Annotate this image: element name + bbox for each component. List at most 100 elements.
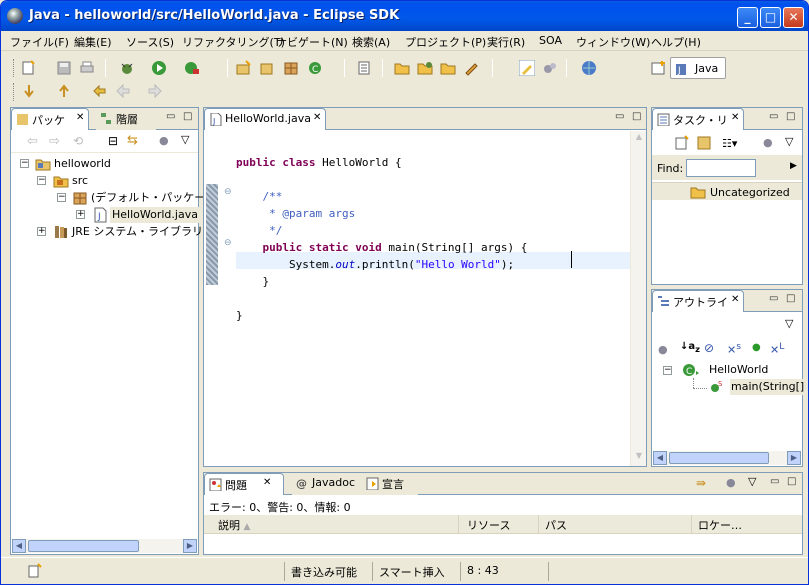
menu-edit[interactable]: 編集(E) xyxy=(74,34,112,50)
next-annotation-icon[interactable] xyxy=(21,83,37,99)
print-icon[interactable] xyxy=(79,60,95,76)
find-input[interactable] xyxy=(686,159,756,177)
link-with-editor-icon[interactable]: ⇆ xyxy=(127,133,138,148)
menu-soa[interactable]: SOA xyxy=(539,34,562,47)
close-tab-icon[interactable]: ✕ xyxy=(731,112,739,123)
maximize-view-icon[interactable]: □ xyxy=(632,111,641,122)
code-area[interactable]: public class HelloWorld { /** * @param a… xyxy=(236,131,631,466)
view-menu-icon[interactable]: ▽ xyxy=(785,135,793,148)
close-tab-icon[interactable]: ✕ xyxy=(313,112,321,123)
back-icon[interactable]: ⇦ xyxy=(27,134,38,149)
tree-expander[interactable]: + xyxy=(76,210,85,219)
debug-icon[interactable] xyxy=(119,60,135,76)
mark-occurrences-icon[interactable] xyxy=(519,60,535,76)
new-task-icon[interactable] xyxy=(674,135,690,151)
scroll-right-button[interactable]: ▶ xyxy=(183,539,197,553)
external-tools-icon[interactable] xyxy=(184,60,200,76)
hide-static-icon[interactable]: ✕s xyxy=(727,341,741,357)
menu-search[interactable]: 検索(A) xyxy=(352,34,390,50)
tree-item-jre-library[interactable]: JRE システム・ライブラリー xyxy=(72,224,214,240)
last-edit-icon[interactable] xyxy=(91,83,107,99)
collaborate-icon[interactable]: ● xyxy=(726,476,736,489)
maximize-view-icon[interactable]: □ xyxy=(183,111,192,122)
code-line[interactable]: public static void main(String[] args) { xyxy=(236,239,527,256)
tree-item-src[interactable]: src xyxy=(72,173,88,189)
previous-annotation-icon[interactable] xyxy=(56,83,72,99)
open-resource-icon[interactable] xyxy=(417,60,433,76)
minimize-button[interactable]: _ xyxy=(737,7,758,28)
menu-source[interactable]: ソース(S) xyxy=(126,34,174,50)
tree-item-default-package[interactable]: (デフォルト・パッケージ) xyxy=(91,190,220,206)
link-icon[interactable]: ⇛ xyxy=(696,476,706,490)
tab-helloworld-java[interactable]: J HelloWorld.java ✕ xyxy=(204,108,326,130)
minimize-view-icon[interactable]: ▭ xyxy=(770,476,779,487)
tree-expander[interactable]: − xyxy=(663,366,672,375)
forward-icon[interactable] xyxy=(147,83,163,99)
new-java-project-icon[interactable] xyxy=(236,60,252,76)
tree-expander[interactable]: − xyxy=(20,159,29,168)
menu-window[interactable]: ウィンドウ(W) xyxy=(576,34,650,50)
tab-task-list[interactable]: タスク・リ ✕ xyxy=(652,108,744,130)
hide-local-types-icon[interactable]: ✕L xyxy=(770,341,784,357)
new-package-icon[interactable] xyxy=(259,60,275,76)
maximize-view-icon[interactable]: □ xyxy=(786,111,795,122)
code-line[interactable]: public class HelloWorld { xyxy=(236,154,402,171)
column-location[interactable]: ロケー… xyxy=(692,515,802,534)
column-description[interactable]: 説明 ▲ xyxy=(204,515,459,534)
close-tab-icon[interactable]: ✕ xyxy=(263,477,271,488)
pen-icon[interactable] xyxy=(463,60,479,76)
task-category-row[interactable]: Uncategorized xyxy=(652,182,802,200)
scroll-left-button[interactable]: ◀ xyxy=(12,539,26,553)
collaborate-icon[interactable]: ● xyxy=(658,343,668,356)
minimize-view-icon[interactable]: ▭ xyxy=(615,111,624,122)
minimize-view-icon[interactable]: ▭ xyxy=(769,293,778,304)
new-class-icon[interactable] xyxy=(283,60,299,76)
tree-item-helloworld[interactable]: helloworld xyxy=(54,156,111,172)
new-icon[interactable] xyxy=(21,60,37,76)
hide-fields-icon[interactable]: ⊘ xyxy=(704,341,714,355)
web-browser-icon[interactable] xyxy=(581,60,597,76)
view-menu-icon[interactable]: ▽ xyxy=(748,475,756,488)
new-class-wizard-icon[interactable]: C xyxy=(307,60,323,76)
tab-hierarchy[interactable]: 階層 xyxy=(96,108,156,130)
tree-expander[interactable]: − xyxy=(37,176,46,185)
code-line[interactable]: System.out.println("Hello World"); xyxy=(236,256,514,273)
tab-problems[interactable]: 問題 ✕ xyxy=(204,473,284,495)
scroll-up-button[interactable]: ▲ xyxy=(632,132,646,146)
collaboration-icon[interactable] xyxy=(542,60,558,76)
maximize-button[interactable]: □ xyxy=(760,7,781,28)
editor-vscroll[interactable]: ▲ ▼ xyxy=(630,131,646,466)
menu-project[interactable]: プロジェクト(P) xyxy=(405,34,486,50)
menu-help[interactable]: ヘルプ(H) xyxy=(651,34,701,50)
tab-outline[interactable]: アウトライ ✕ xyxy=(652,290,744,312)
fold-icon[interactable]: ⊖ xyxy=(224,238,232,248)
open-project-icon[interactable] xyxy=(440,60,456,76)
scroll-down-button[interactable]: ▼ xyxy=(632,451,646,465)
package-tree-hscroll[interactable]: ◀ ▶ xyxy=(12,539,197,553)
code-line[interactable]: } xyxy=(236,273,269,290)
up-icon[interactable]: ⟲ xyxy=(73,134,83,148)
outline-hscroll[interactable]: ◀ ▶ xyxy=(653,451,801,465)
scroll-thumb[interactable] xyxy=(669,452,769,464)
sort-icon[interactable]: ↓az xyxy=(680,341,700,354)
close-tab-icon[interactable]: ✕ xyxy=(731,294,739,305)
view-menu-icon[interactable]: ▽ xyxy=(785,317,793,330)
scroll-left-button[interactable]: ◀ xyxy=(653,451,667,465)
tab-javadoc[interactable]: @ Javadoc xyxy=(292,473,364,495)
tree-expander[interactable]: − xyxy=(57,193,66,202)
scroll-thumb[interactable] xyxy=(28,540,139,552)
outline-class[interactable]: HelloWorld xyxy=(709,362,768,378)
run-icon[interactable] xyxy=(151,60,167,76)
maximize-view-icon[interactable]: □ xyxy=(787,476,796,487)
back-icon[interactable] xyxy=(115,83,131,99)
fold-icon[interactable]: ⊖ xyxy=(224,187,232,197)
menu-run[interactable]: 実行(R) xyxy=(487,34,525,50)
title-bar[interactable]: Java - helloworld/src/HelloWorld.java - … xyxy=(1,1,808,31)
minimize-view-icon[interactable]: ▭ xyxy=(166,111,175,122)
fast-view-icon[interactable] xyxy=(27,563,43,579)
tree-expander[interactable]: + xyxy=(37,227,46,236)
maximize-view-icon[interactable]: □ xyxy=(786,293,795,304)
column-resource[interactable]: リソース xyxy=(459,515,539,534)
java-perspective-button[interactable]: J Java xyxy=(670,57,726,79)
collaborate-icon[interactable]: ● xyxy=(159,134,169,147)
